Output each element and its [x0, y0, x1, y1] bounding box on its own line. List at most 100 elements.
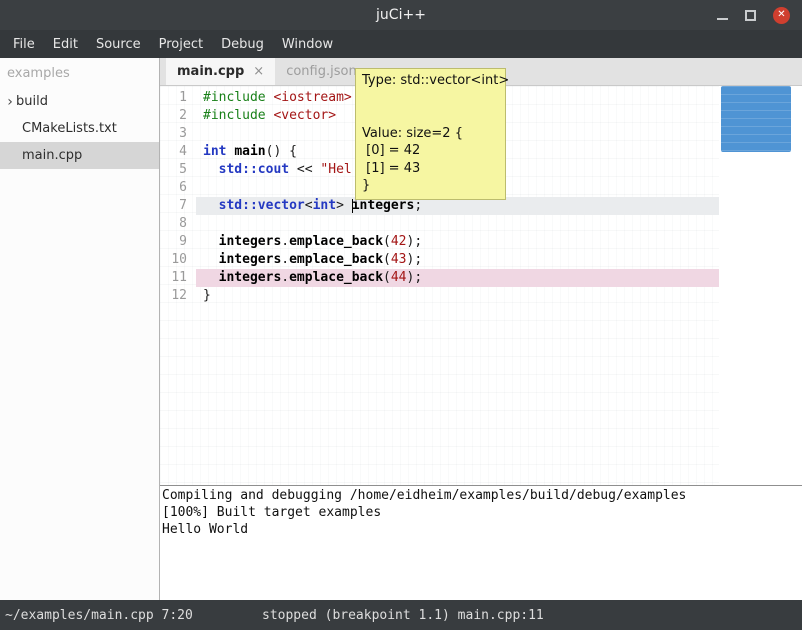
menu-item-debug[interactable]: Debug [212, 32, 273, 57]
code-text: integers.emplace_back(43); [196, 251, 719, 269]
code-token: emplace_back [289, 252, 383, 267]
code-token: main [234, 144, 265, 159]
line-number[interactable]: 11 [160, 269, 196, 287]
line-number[interactable]: 10 [160, 251, 196, 269]
code-token: <iostream> [273, 90, 351, 105]
project-name-label: examples [0, 58, 159, 88]
code-token: std::vector [219, 198, 305, 213]
code-line[interactable]: 7 std::vector<int> integers; [160, 197, 719, 215]
tab-main-cpp[interactable]: main.cpp × [166, 58, 275, 85]
maximize-icon[interactable] [745, 10, 756, 21]
code-token: integers [352, 198, 415, 213]
line-number[interactable]: 8 [160, 215, 196, 233]
line-number[interactable]: 4 [160, 143, 196, 161]
minimize-icon[interactable] [717, 18, 728, 20]
output-line: Hello World [162, 521, 802, 538]
code-token: std::cout [219, 162, 289, 177]
menu-item-file[interactable]: File [4, 32, 44, 57]
window-controls: ✕ [717, 7, 802, 24]
code-line[interactable]: 9 integers.emplace_back(42); [160, 233, 719, 251]
menu-bar: FileEditSourceProjectDebugWindow [0, 30, 802, 58]
code-token: emplace_back [289, 270, 383, 285]
code-token: ; [414, 198, 422, 213]
scrollbar-track [719, 86, 802, 485]
code-token [203, 252, 219, 267]
code-token: 43 [391, 252, 407, 267]
tree-item-cmakelists-txt[interactable]: CMakeLists.txt [0, 115, 159, 142]
status-debug-state: stopped (breakpoint 1.1) main.cpp:11 [262, 608, 544, 623]
code-token: ); [407, 270, 423, 285]
menu-item-source[interactable]: Source [87, 32, 150, 57]
code-token: < [305, 198, 313, 213]
output-line: Compiling and debugging /home/eidheim/ex… [162, 487, 802, 504]
output-line: [100%] Built target examples [162, 504, 802, 521]
line-number[interactable]: 2 [160, 107, 196, 125]
menu-item-window[interactable]: Window [273, 32, 342, 57]
code-token: ( [383, 252, 391, 267]
tab-config-json[interactable]: config.json [275, 58, 368, 85]
menu-item-project[interactable]: Project [150, 32, 212, 57]
code-text: } [196, 287, 719, 305]
code-text: std::vector<int> integers; [196, 197, 719, 215]
code-token: ); [407, 252, 423, 267]
code-token: int [313, 198, 336, 213]
tree-item-label: main.cpp [22, 148, 82, 163]
code-token: . [281, 270, 289, 285]
code-line[interactable]: 8 [160, 215, 719, 233]
tree-item-build[interactable]: ›build [0, 88, 159, 115]
code-text [196, 215, 719, 233]
code-line[interactable]: 10 integers.emplace_back(43); [160, 251, 719, 269]
line-number[interactable]: 7 [160, 197, 196, 215]
tooltip-line: [0] = 42 [362, 142, 499, 160]
tooltip-line: Value: size=2 { [362, 125, 499, 143]
code-token: int [203, 144, 226, 159]
window-title: juCi++ [0, 7, 802, 23]
tooltip-line [362, 107, 499, 125]
tooltip-line [362, 90, 499, 108]
tooltip-line: } [362, 177, 499, 195]
code-token: > [336, 198, 352, 213]
line-number[interactable]: 1 [160, 89, 196, 107]
line-number[interactable]: 12 [160, 287, 196, 305]
tab-label: config.json [286, 64, 357, 79]
code-token: #include [203, 108, 266, 123]
app-window: juCi++ ✕ FileEditSourceProjectDebugWindo… [0, 0, 802, 630]
code-token: . [281, 234, 289, 249]
code-line[interactable]: 11 integers.emplace_back(44); [160, 269, 719, 287]
tree-item-main-cpp[interactable]: main.cpp [0, 142, 159, 169]
code-token [203, 270, 219, 285]
code-text: integers.emplace_back(42); [196, 233, 719, 251]
close-icon[interactable]: ✕ [773, 7, 790, 24]
code-token: ( [383, 270, 391, 285]
close-tab-icon[interactable]: × [253, 64, 264, 79]
code-token: ( [383, 234, 391, 249]
line-number[interactable]: 5 [160, 161, 196, 179]
scrollbar-thumb[interactable] [721, 86, 791, 152]
line-number[interactable]: 3 [160, 125, 196, 143]
menu-item-edit[interactable]: Edit [44, 32, 87, 57]
tree-item-label: build [16, 94, 48, 109]
code-token: integers [219, 270, 282, 285]
code-token: integers [219, 234, 282, 249]
file-tree: ›buildCMakeLists.txt main.cpp [0, 88, 159, 169]
title-bar: juCi++ ✕ [0, 0, 802, 30]
code-token: . [281, 252, 289, 267]
code-token: () { [266, 144, 297, 159]
file-tree-panel: examples ›buildCMakeLists.txt main.cpp [0, 58, 160, 600]
code-token: integers [219, 252, 282, 267]
line-number[interactable]: 9 [160, 233, 196, 251]
debug-tooltip: Type: std::vector<int> Value: size=2 { [… [355, 68, 506, 200]
code-token: emplace_back [289, 234, 383, 249]
code-line[interactable]: 12} [160, 287, 719, 305]
code-token: << [289, 162, 320, 177]
code-token [203, 198, 219, 213]
code-token [203, 234, 219, 249]
code-token [203, 162, 219, 177]
tab-label: main.cpp [177, 64, 244, 79]
output-pane[interactable]: Compiling and debugging /home/eidheim/ex… [160, 485, 802, 600]
code-text: integers.emplace_back(44); [196, 269, 719, 287]
code-token: #include [203, 90, 266, 105]
code-token: 42 [391, 234, 407, 249]
code-token: "Hel [320, 162, 351, 177]
line-number[interactable]: 6 [160, 179, 196, 197]
